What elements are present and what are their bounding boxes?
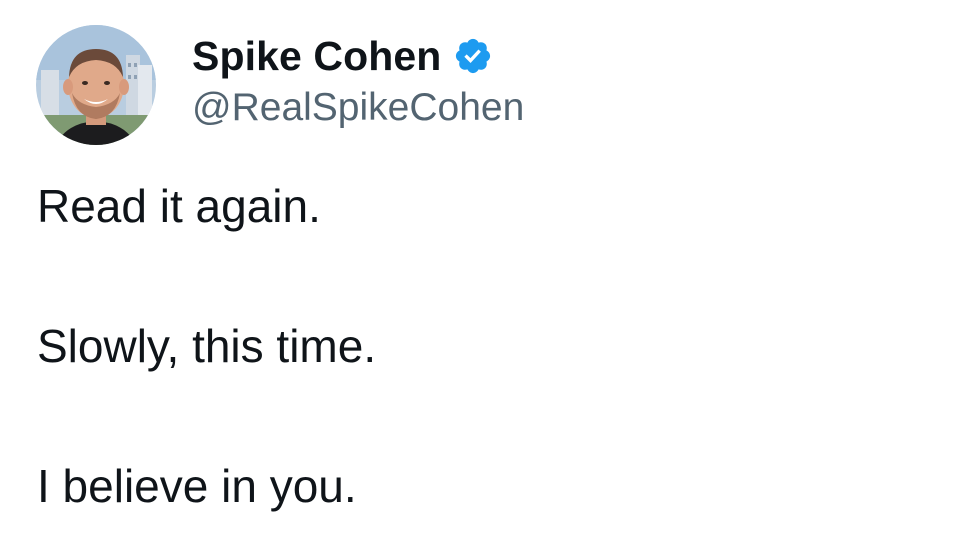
tweet-header: Spike Cohen @RealSpikeCohen bbox=[192, 30, 524, 130]
verified-badge-icon[interactable] bbox=[453, 36, 493, 76]
author-handle[interactable]: @RealSpikeCohen bbox=[192, 86, 524, 130]
tweet-line: Slowly, this time. bbox=[37, 320, 377, 372]
name-row: Spike Cohen bbox=[192, 30, 524, 82]
avatar-photo bbox=[36, 25, 156, 145]
avatar[interactable] bbox=[36, 25, 156, 145]
tweet-text: Read it again. Slowly, this time. I beli… bbox=[37, 176, 937, 516]
tweet-line: Read it again. bbox=[37, 180, 321, 232]
tweet-line: I believe in you. bbox=[37, 460, 357, 512]
author-display-name[interactable]: Spike Cohen bbox=[192, 33, 441, 80]
